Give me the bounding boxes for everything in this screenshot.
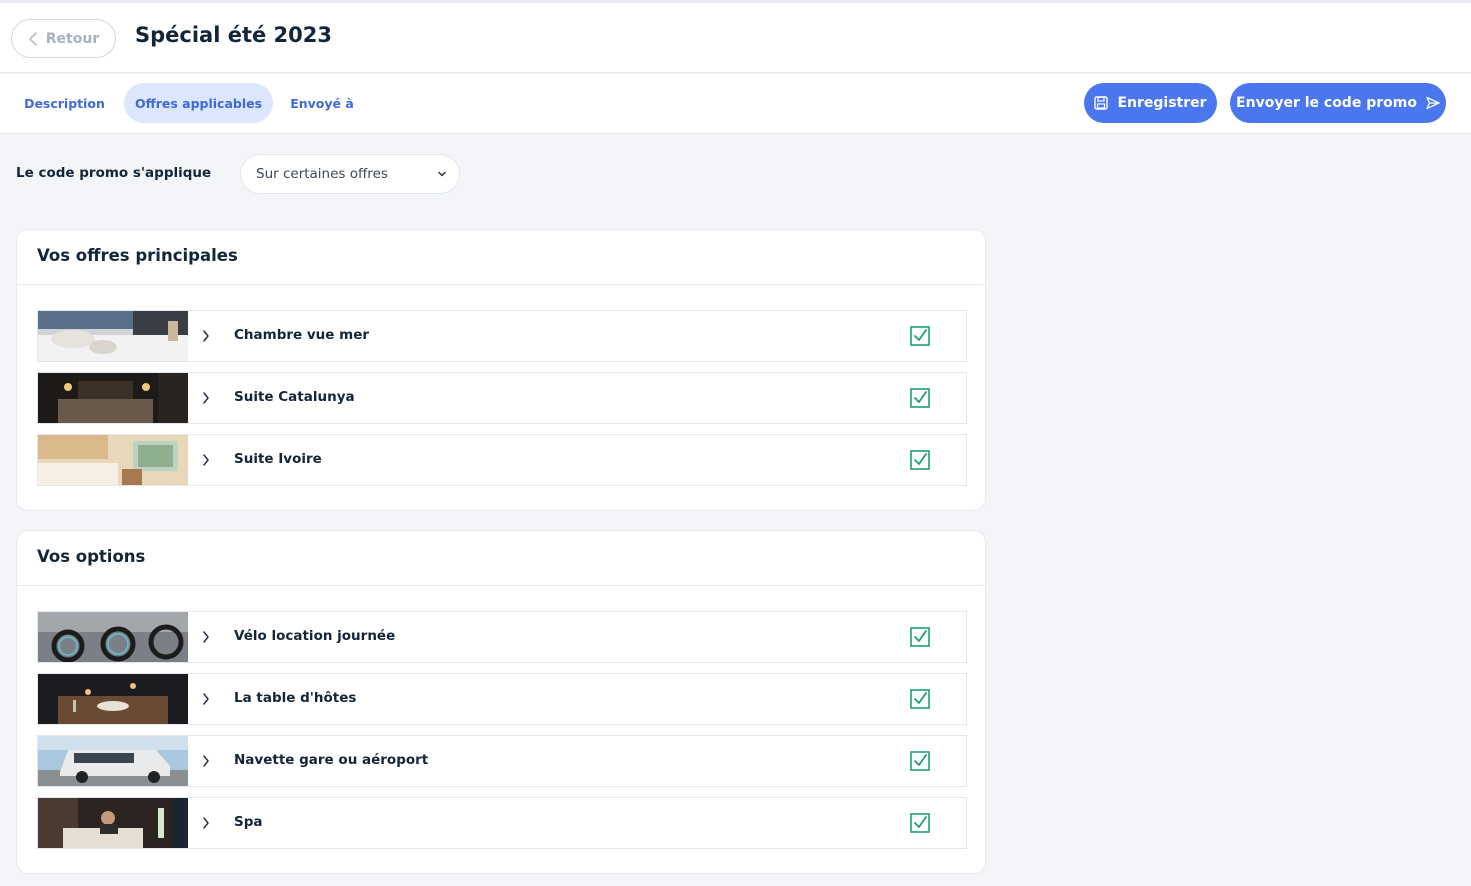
shuttle-van-photo bbox=[38, 736, 188, 786]
tab-description[interactable]: Description bbox=[12, 83, 117, 123]
divider bbox=[17, 585, 985, 586]
divider bbox=[17, 284, 985, 285]
tab-envoye-a[interactable]: Envoyé à bbox=[280, 83, 364, 123]
page-title: Spécial été 2023 bbox=[135, 23, 333, 47]
bedroom-photo bbox=[38, 311, 188, 361]
chevron-right-icon[interactable] bbox=[202, 329, 210, 343]
chevron-right-icon[interactable] bbox=[202, 391, 210, 405]
save-button-label: Enregistrer bbox=[1117, 95, 1207, 111]
options-title: Vos options bbox=[37, 547, 146, 566]
chevron-right-icon[interactable] bbox=[202, 754, 210, 768]
dark-suite-photo bbox=[38, 373, 188, 423]
back-button[interactable]: Retour bbox=[11, 19, 116, 58]
options-card: Vos options Vélo location journée La tab… bbox=[16, 530, 986, 874]
save-icon bbox=[1094, 96, 1109, 110]
option-row[interactable]: Spa bbox=[37, 797, 967, 849]
promo-scope-value: Sur certaines offres bbox=[256, 166, 388, 182]
main-offers-title: Vos offres principales bbox=[37, 246, 238, 265]
send-promo-button[interactable]: Envoyer le code promo bbox=[1230, 83, 1446, 123]
offer-name: Suite Ivoire bbox=[234, 451, 322, 467]
offer-row[interactable]: Suite Catalunya bbox=[37, 372, 967, 424]
tab-offres-applicables[interactable]: Offres applicables bbox=[124, 83, 273, 123]
tab-description-label: Description bbox=[24, 95, 105, 111]
checkbox-checked-icon[interactable] bbox=[910, 813, 930, 833]
ivory-suite-photo bbox=[38, 435, 188, 485]
option-row[interactable]: La table d'hôtes bbox=[37, 673, 967, 725]
option-name: Spa bbox=[234, 814, 263, 830]
checkbox-checked-icon[interactable] bbox=[910, 388, 930, 408]
main-offers-card: Vos offres principales Chambre vue mer S… bbox=[16, 229, 986, 511]
chevron-right-icon[interactable] bbox=[202, 453, 210, 467]
checkbox-checked-icon[interactable] bbox=[910, 627, 930, 647]
option-row[interactable]: Vélo location journée bbox=[37, 611, 967, 663]
send-promo-button-label: Envoyer le code promo bbox=[1236, 95, 1417, 111]
send-icon bbox=[1426, 96, 1440, 110]
chevron-left-icon bbox=[28, 31, 37, 46]
offer-row[interactable]: Chambre vue mer bbox=[37, 310, 967, 362]
offer-name: Chambre vue mer bbox=[234, 327, 370, 343]
save-button[interactable]: Enregistrer bbox=[1084, 83, 1217, 123]
promo-scope-select[interactable]: Sur certaines offres bbox=[240, 154, 460, 194]
page-header: Retour Spécial été 2023 bbox=[0, 3, 1471, 73]
bicycles-photo bbox=[38, 612, 188, 662]
offer-row[interactable]: Suite Ivoire bbox=[37, 434, 967, 486]
tab-offres-applicables-label: Offres applicables bbox=[134, 95, 263, 111]
chevron-right-icon[interactable] bbox=[202, 816, 210, 830]
checkbox-checked-icon[interactable] bbox=[910, 751, 930, 771]
spa-photo bbox=[38, 798, 188, 848]
option-name: La table d'hôtes bbox=[234, 690, 357, 706]
chevron-right-icon[interactable] bbox=[202, 692, 210, 706]
checkbox-checked-icon[interactable] bbox=[910, 326, 930, 346]
chevron-right-icon[interactable] bbox=[202, 630, 210, 644]
chevron-down-icon bbox=[438, 171, 446, 177]
back-button-label: Retour bbox=[45, 30, 100, 47]
checkbox-checked-icon[interactable] bbox=[910, 450, 930, 470]
dining-table-photo bbox=[38, 674, 188, 724]
tab-envoye-a-label: Envoyé à bbox=[290, 95, 354, 111]
option-name: Vélo location journée bbox=[234, 628, 396, 644]
tabs-bar: Description Offres applicables Envoyé à … bbox=[0, 74, 1471, 134]
checkbox-checked-icon[interactable] bbox=[910, 689, 930, 709]
option-name: Navette gare ou aéroport bbox=[234, 752, 429, 768]
offer-name: Suite Catalunya bbox=[234, 389, 355, 405]
promo-scope-label: Le code promo s'applique bbox=[16, 165, 212, 181]
option-row[interactable]: Navette gare ou aéroport bbox=[37, 735, 967, 787]
